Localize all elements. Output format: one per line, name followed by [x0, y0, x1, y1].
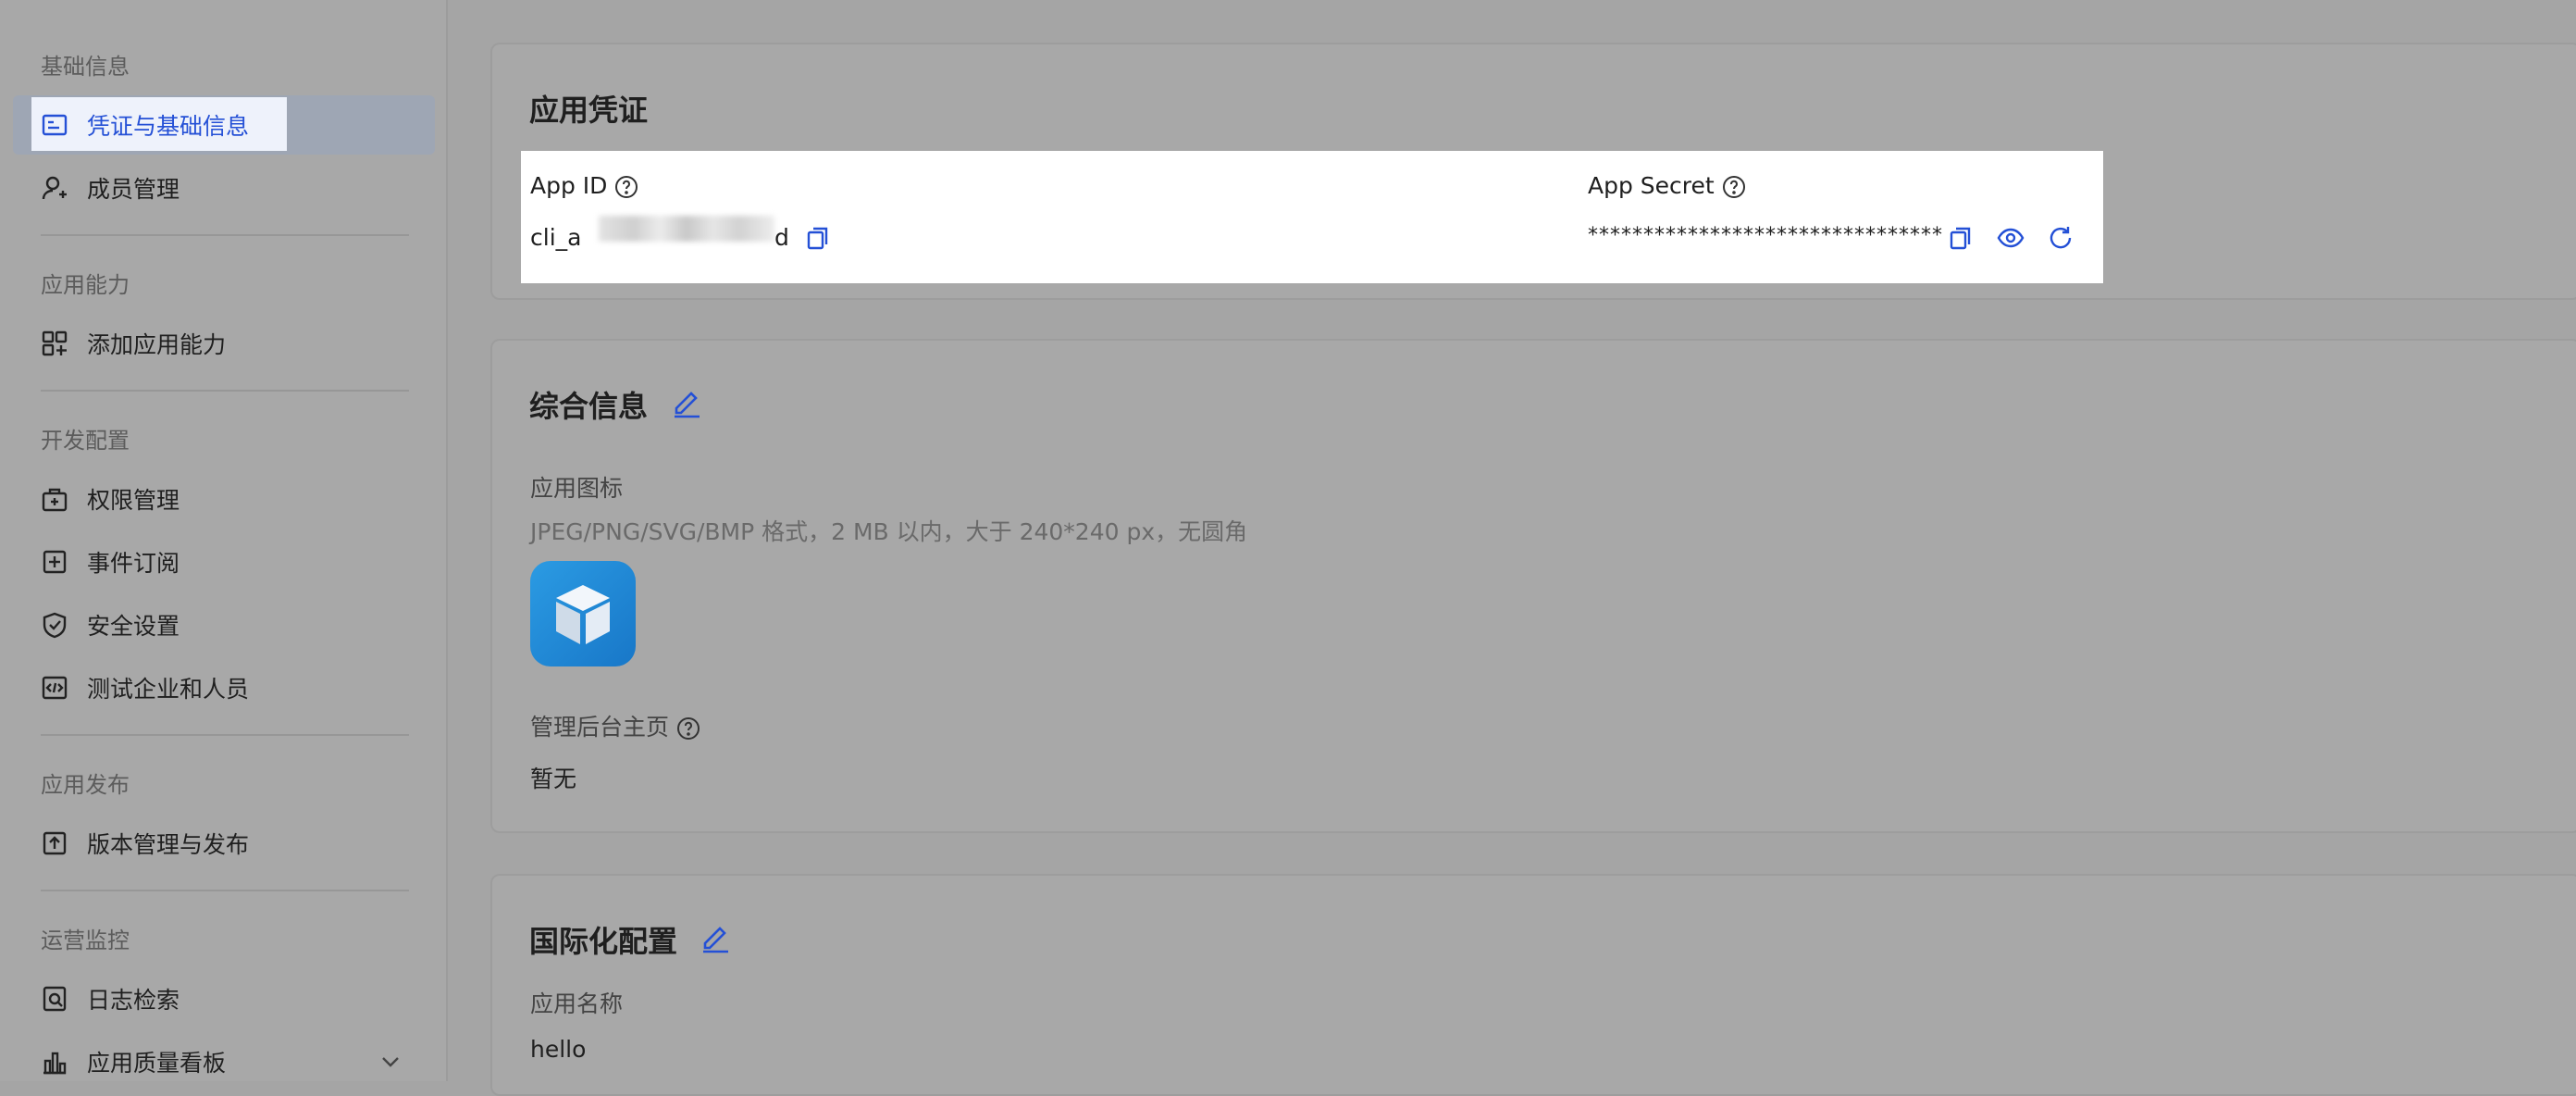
- help-icon[interactable]: [1722, 175, 1746, 199]
- cube-icon: [556, 585, 610, 644]
- sidebar-item-label: 测试企业和人员: [87, 676, 250, 703]
- section-capabilities: 应用能力: [41, 272, 130, 298]
- sidebar-item-label: 添加应用能力: [87, 331, 227, 358]
- sidebar-item-members[interactable]: 成员管理: [13, 158, 435, 218]
- sidebar-item-label: 版本管理与发布: [87, 831, 250, 858]
- sidebar-item-label: 事件订阅: [87, 550, 180, 577]
- code-icon: [41, 674, 68, 702]
- shield-icon: [41, 611, 68, 639]
- sidebar-divider: [41, 734, 409, 736]
- sidebar-item-label: 日志检索: [87, 987, 180, 1014]
- app-secret-label-row: App Secret: [1588, 172, 1746, 199]
- chevron-down-icon[interactable]: [378, 1049, 403, 1075]
- sidebar-item-test-users[interactable]: 测试企业和人员: [13, 658, 435, 717]
- sidebar-item-add-capability[interactable]: 添加应用能力: [13, 314, 435, 373]
- edit-i18n-icon[interactable]: [700, 921, 731, 954]
- admin-home-value: 暂无: [530, 766, 577, 792]
- admin-home-label-row: 管理后台主页: [530, 709, 700, 742]
- show-secret-eye-icon[interactable]: [1997, 224, 2025, 252]
- app-secret-value: ********************************: [1588, 224, 1943, 247]
- app-icon-image[interactable]: [530, 561, 636, 666]
- app-id-suffix: d: [774, 224, 789, 251]
- credentials-panel: App ID cli_a d App Secret **************…: [521, 151, 2103, 283]
- section-dev-config: 开发配置: [41, 428, 130, 454]
- section-basic-info: 基础信息: [41, 54, 130, 80]
- upload-icon: [41, 829, 68, 857]
- copy-secret-icon[interactable]: [1947, 224, 1975, 252]
- app-id-prefix: cli_a: [530, 224, 582, 251]
- help-icon[interactable]: [614, 175, 638, 199]
- copy-app-id-icon[interactable]: [804, 224, 832, 252]
- sidebar-item-permissions[interactable]: 权限管理: [13, 469, 435, 529]
- refresh-secret-icon[interactable]: [2047, 224, 2074, 252]
- sidebar-divider: [41, 234, 409, 236]
- add-capability-icon: [41, 330, 68, 357]
- sidebar-divider: [41, 390, 409, 392]
- admin-home-label: 管理后台主页: [530, 714, 670, 741]
- sidebar-item-quality-board[interactable]: 应用质量看板: [13, 1032, 435, 1091]
- sidebar-item-label: 应用质量看板: [87, 1050, 227, 1077]
- app-name-label: 应用名称: [530, 990, 624, 1017]
- sidebar-item-security[interactable]: 安全设置: [13, 595, 435, 654]
- general-info-card: [490, 339, 2576, 833]
- app-secret-label: App Secret: [1588, 172, 1715, 199]
- sidebar-item-label: 权限管理: [87, 487, 180, 514]
- sidebar-item-credentials[interactable]: 凭证与基础信息: [13, 95, 435, 155]
- sidebar-item-events[interactable]: 事件订阅: [13, 532, 435, 592]
- app-icon-hint: JPEG/PNG/SVG/BMP 格式，2 MB 以内，大于 240*240 p…: [530, 518, 1248, 545]
- log-search-icon: [41, 985, 68, 1013]
- i18n-card: [490, 874, 2576, 1096]
- sidebar-divider: [41, 890, 409, 891]
- member-icon: [41, 174, 68, 202]
- sidebar-item-label: 成员管理: [87, 176, 180, 203]
- sidebar-item-label: 安全设置: [87, 613, 180, 640]
- section-release: 应用发布: [41, 772, 130, 798]
- chart-icon: [41, 1048, 68, 1076]
- app-id-label-row: App ID: [530, 172, 638, 199]
- permission-icon: [41, 485, 68, 513]
- app-icon-label: 应用图标: [530, 475, 624, 502]
- sidebar: 基础信息 凭证与基础信息 成员管理 应用能力 添加应用能力 开发配置 权限管理 …: [0, 0, 448, 1081]
- app-id-redacted: [599, 216, 774, 242]
- credential-icon: [41, 111, 68, 139]
- i18n-title: 国际化配置: [529, 924, 678, 959]
- sidebar-item-log-search[interactable]: 日志检索: [13, 969, 435, 1028]
- general-info-title: 综合信息: [529, 389, 649, 424]
- sidebar-item-label: 凭证与基础信息: [87, 113, 250, 140]
- app-name-value: hello: [530, 1036, 587, 1063]
- edit-general-icon[interactable]: [671, 386, 702, 419]
- app-id-label: App ID: [530, 172, 608, 199]
- help-icon[interactable]: [676, 716, 700, 741]
- credentials-title: 应用凭证: [529, 93, 649, 128]
- sidebar-item-versions[interactable]: 版本管理与发布: [13, 814, 435, 873]
- section-monitoring: 运营监控: [41, 928, 130, 953]
- event-icon: [41, 548, 68, 576]
